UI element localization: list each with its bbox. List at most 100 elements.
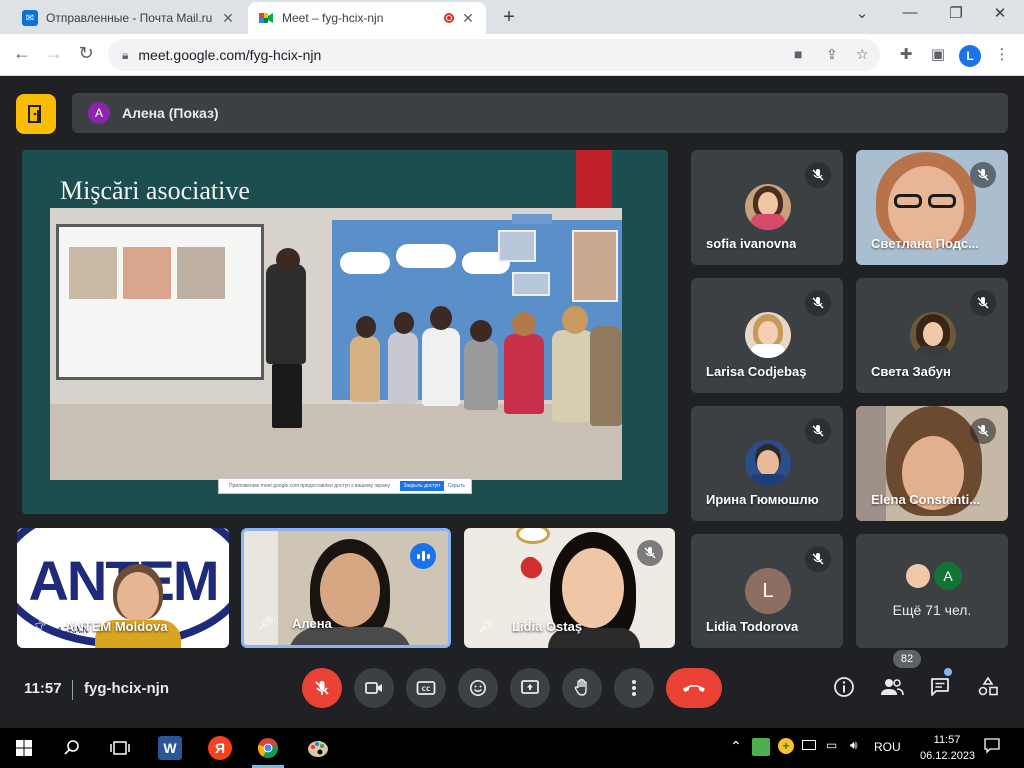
present-screen-button[interactable]: [510, 668, 550, 708]
stop-sharing-button[interactable]: Закрыть доступ: [399, 481, 444, 491]
start-icon[interactable]: [12, 736, 36, 760]
participant-name: Larisa Codjebaş: [706, 364, 807, 379]
participant-tile[interactable]: Larisa Codjebaş: [691, 278, 843, 393]
mail-icon: ✉: [22, 10, 38, 26]
close-window-icon[interactable]: ✕: [988, 4, 1012, 22]
chevron-down-icon[interactable]: ⌄: [850, 4, 874, 22]
presenter-label: Алена (Показ): [122, 105, 219, 121]
share-notice-text: Приложению meet.google.com предоставлен …: [229, 483, 391, 489]
network-icon[interactable]: [802, 740, 816, 750]
back-icon[interactable]: ←: [10, 43, 34, 64]
participant-tile-active-speaker[interactable]: 📌︎ Алена: [241, 528, 451, 648]
extensions-icon[interactable]: ✚: [896, 45, 916, 63]
restore-icon[interactable]: ❐: [944, 4, 968, 22]
camera-toggle-button[interactable]: [354, 668, 394, 708]
close-tab-icon[interactable]: ✕: [220, 10, 236, 27]
avatar: [910, 312, 956, 358]
paint-icon[interactable]: [306, 736, 330, 760]
avatar: [745, 312, 791, 358]
forward-icon[interactable]: →: [42, 43, 66, 64]
raise-hand-button[interactable]: [562, 668, 602, 708]
search-icon[interactable]: [60, 736, 84, 760]
reload-icon[interactable]: ↻: [74, 43, 98, 64]
meeting-info-icon[interactable]: [831, 676, 857, 703]
recording-icon: [444, 13, 454, 23]
activities-icon[interactable]: [975, 676, 1001, 703]
meet-main: A Алена (Показ) Mişcări asociative Прило…: [0, 76, 1024, 728]
avatar: [904, 562, 932, 590]
tab-meet[interactable]: Meet – fyg-hcix-njn ✕: [248, 2, 486, 34]
chrome-icon[interactable]: [256, 736, 280, 760]
hide-notice-button[interactable]: Скрыть: [448, 483, 465, 489]
participant-tile[interactable]: Elena Constanti...: [856, 406, 1008, 521]
volume-icon[interactable]: 🔊︎: [850, 738, 858, 753]
omnibox[interactable]: 🔒︎ meet.google.com/fyg-hcix-njn ■ ⇪ ☆: [108, 39, 880, 71]
captions-button[interactable]: CC: [406, 668, 446, 708]
presenter-bar: A Алена (Показ): [72, 93, 1008, 133]
people-icon[interactable]: [879, 676, 905, 703]
meeting-code: fyg-hcix-njn: [84, 680, 169, 697]
shared-screen: Mişcări asociative Приложению meet.googl…: [22, 150, 668, 514]
close-tab-icon[interactable]: ✕: [460, 10, 476, 27]
address-bar-row: ← → ↻ 🔒︎ meet.google.com/fyg-hcix-njn ■ …: [0, 34, 1024, 76]
emoji-button[interactable]: [458, 668, 498, 708]
mic-off-icon: [805, 418, 831, 444]
whiteboard: [56, 224, 264, 380]
participant-tile[interactable]: sofia ivanovna: [691, 150, 843, 265]
meeting-time: 11:57: [24, 680, 62, 697]
leave-call-button[interactable]: [666, 668, 722, 708]
slide-decoration: [576, 150, 612, 208]
speaking-indicator-icon: [410, 543, 436, 569]
participant-tile[interactable]: ANTEM A TRAIN 📌︎ ANTEM Moldova: [17, 528, 229, 648]
participant-name: Алена: [292, 616, 332, 631]
lock-icon: 🔒︎: [122, 47, 129, 62]
camera-icon[interactable]: ■: [794, 46, 802, 62]
add-icon[interactable]: +: [778, 738, 794, 754]
share-notice: Приложению meet.google.com предоставлен …: [218, 478, 472, 494]
url-text: meet.google.com/fyg-hcix-njn: [138, 47, 322, 63]
pin-icon[interactable]: 📌︎: [478, 618, 495, 634]
participant-tile[interactable]: L Lidia Todorova: [691, 534, 843, 648]
mic-off-icon: [970, 418, 996, 444]
participant-tile[interactable]: Светлана Подс...: [856, 150, 1008, 265]
participant-tile[interactable]: 📌︎ Lidia Ostaş: [464, 528, 675, 648]
pin-icon[interactable]: 📌︎: [258, 615, 275, 631]
participant-name: Светлана Подс...: [871, 236, 979, 251]
door-icon[interactable]: [16, 94, 56, 134]
participant-name: Lidia Ostaş: [512, 619, 583, 634]
star-icon[interactable]: ☆: [856, 46, 869, 63]
new-tab-button[interactable]: +: [498, 6, 520, 29]
clock-date: 06.12.2023: [920, 750, 976, 762]
pin-icon[interactable]: 📌︎: [31, 618, 48, 634]
taskbar-clock[interactable]: 11:57 06.12.2023: [920, 732, 976, 764]
share-icon[interactable]: ⇪: [826, 46, 838, 63]
mic-off-icon: [805, 290, 831, 316]
word-icon[interactable]: W: [158, 736, 182, 760]
mic-off-icon: [970, 290, 996, 316]
mic-toggle-button[interactable]: [302, 668, 342, 708]
nvidia-icon[interactable]: [752, 738, 770, 756]
participant-name: Света Забун: [871, 364, 951, 379]
participant-name: sofia ivanovna: [706, 236, 797, 251]
chevron-up-icon[interactable]: ⌃: [730, 738, 742, 755]
notifications-icon[interactable]: [984, 738, 1000, 757]
participant-name: Elena Constanti...: [871, 492, 981, 507]
mic-off-icon: [637, 540, 663, 566]
minimize-icon[interactable]: —: [898, 4, 922, 21]
profile-avatar[interactable]: L: [959, 45, 981, 67]
task-view-icon[interactable]: [108, 736, 132, 760]
language-indicator[interactable]: ROU: [874, 740, 901, 754]
people-count-badge: 82: [893, 650, 921, 668]
battery-icon[interactable]: ▭: [826, 738, 837, 752]
side-panel-icon[interactable]: ▣: [928, 45, 948, 63]
more-options-icon[interactable]: [614, 668, 654, 708]
yandex-icon[interactable]: Я: [208, 736, 232, 760]
participant-tile[interactable]: Света Забун: [856, 278, 1008, 393]
control-bar: 11:57 fyg-hcix-njn CC 82: [0, 650, 1024, 728]
chat-icon[interactable]: [927, 676, 953, 703]
participant-tile[interactable]: Ирина Гюмюшлю: [691, 406, 843, 521]
more-participants-tile[interactable]: A Ещё 71 чел.: [856, 534, 1008, 648]
svg-text:CC: CC: [422, 686, 431, 693]
tab-mail[interactable]: ✉ Отправленные - Почта Mail.ru ✕: [12, 2, 246, 34]
menu-dots-icon[interactable]: ⋮: [992, 45, 1012, 63]
